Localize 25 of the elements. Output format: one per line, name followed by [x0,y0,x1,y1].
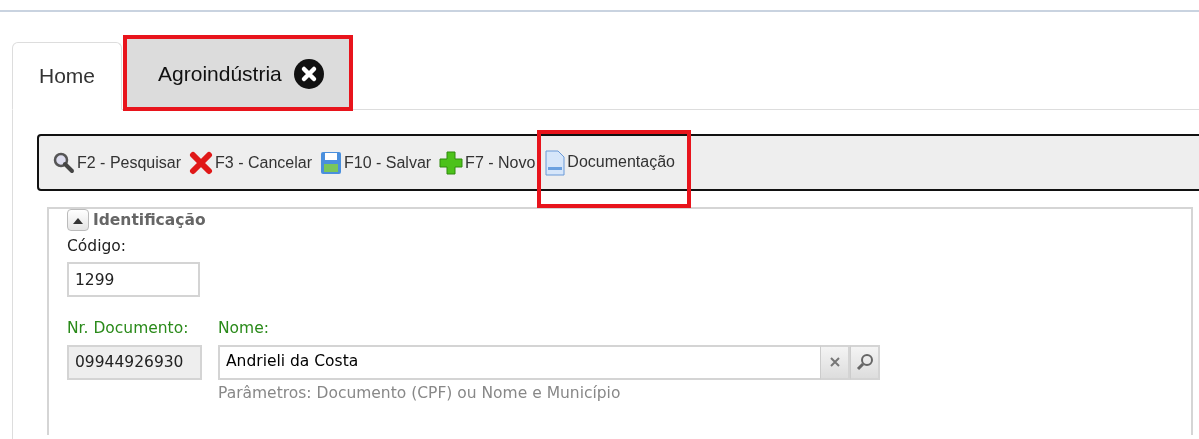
input-field[interactable]: 1299 [67,262,200,298]
toolbar-button[interactable]: F3 - Cancelar [187,146,314,179]
field-label: Código: [67,236,127,257]
field-label: Nome: [218,318,270,340]
close-icon [189,150,214,175]
input-field[interactable]: Andrieli da Costa [218,344,820,380]
field-label: Nr. Documento: [67,318,190,340]
search-button[interactable] [850,344,880,380]
search-icon [53,151,75,174]
close-icon[interactable] [293,58,324,89]
tab[interactable]: Agroindústria [125,37,351,109]
toolbar-button[interactable]: F10 - Salvar [317,146,434,179]
toolbar-button[interactable]: F7 - Novo [437,146,538,179]
collapse-button[interactable] [67,209,89,231]
toolbar-button[interactable]: F2 - Pesquisar [51,146,184,179]
plus-icon [439,150,464,175]
hint-text: Parâmetros: Documento (CPF) ou Nome e Município [218,382,622,404]
toolbar-button[interactable]: Documentação [541,133,687,204]
document-icon [545,149,566,176]
section-title: Identificação [93,209,206,231]
tab[interactable]: Home [12,42,123,110]
triangle-up-icon [73,216,83,224]
search-icon [855,353,874,371]
close-icon [829,357,840,367]
clear-button[interactable] [820,344,850,380]
